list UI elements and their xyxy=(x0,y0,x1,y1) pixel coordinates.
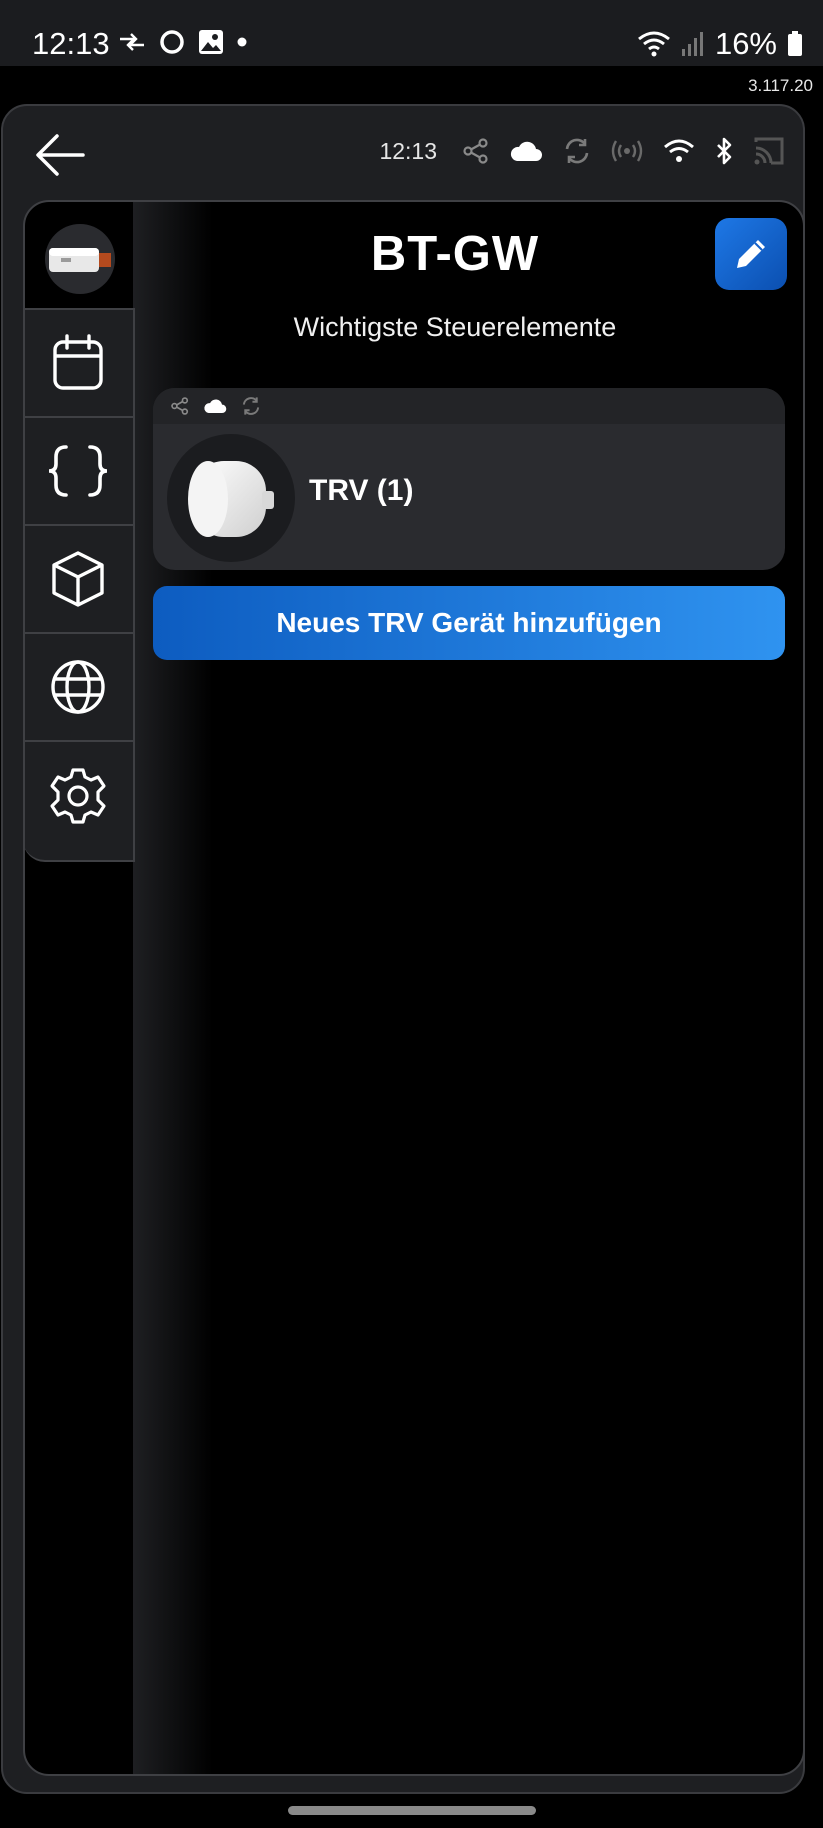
device-card-body: TRV (1) xyxy=(153,424,785,570)
screen: 12:13 16% 3.117.20 12:13 BT-GW Wichtigst… xyxy=(0,0,823,1828)
header-status: 12:13 xyxy=(379,136,785,166)
sidebar-item-devices[interactable] xyxy=(25,526,133,634)
app-window: 12:13 BT-GW Wichtigste Steuerelemente TR… xyxy=(1,104,805,1794)
gear-icon xyxy=(50,768,106,824)
sidebar-item-code[interactable] xyxy=(25,418,133,526)
usb-gateway-icon xyxy=(49,248,111,272)
sidebar-item-calendar[interactable] xyxy=(25,310,133,418)
share-icon xyxy=(171,397,189,415)
sidebar-header xyxy=(25,202,135,308)
trv-image xyxy=(167,434,295,562)
status-bar: 12:13 16% xyxy=(0,0,823,66)
edit-button[interactable] xyxy=(715,218,787,290)
notification-icons xyxy=(118,28,248,56)
app-version: 3.117.20 xyxy=(748,76,813,95)
home-indicator[interactable] xyxy=(288,1806,536,1815)
wifi-icon xyxy=(638,31,670,57)
sidebar xyxy=(25,308,135,862)
system-indicators: 16% xyxy=(637,26,803,62)
pencil-icon xyxy=(737,240,765,268)
add-trv-device-button[interactable]: Neues TRV Gerät hinzufügen xyxy=(153,586,785,660)
header-time: 12:13 xyxy=(379,137,437,164)
thermostat-valve-icon xyxy=(188,461,274,537)
main-content: BT-GW Wichtigste Steuerelemente TRV (1) … xyxy=(23,200,805,1776)
data-transfer-icon xyxy=(120,33,144,51)
code-braces-icon xyxy=(48,445,108,497)
share-icon xyxy=(463,138,488,164)
back-arrow-icon[interactable] xyxy=(33,132,87,178)
sidebar-item-settings[interactable] xyxy=(25,742,133,850)
page-title: BT-GW xyxy=(370,227,540,281)
sync-icon xyxy=(242,397,260,415)
wifi-connected-icon xyxy=(664,139,694,162)
globe-icon xyxy=(51,660,105,714)
battery-percent: 16% xyxy=(714,26,777,61)
cloud-icon xyxy=(510,141,542,161)
page-subtitle: Wichtigste Steuerelemente xyxy=(293,312,617,342)
device-card-status xyxy=(153,388,785,424)
gallery-icon xyxy=(199,30,223,54)
bluetooth-icon xyxy=(717,137,732,165)
cloud-icon xyxy=(204,399,227,414)
cube-icon xyxy=(52,551,104,607)
gateway-device-avatar[interactable] xyxy=(45,224,115,294)
signal-icon xyxy=(681,32,703,56)
ring-icon xyxy=(160,30,184,54)
broadcast-icon xyxy=(611,140,643,162)
device-card-trv[interactable]: TRV (1) xyxy=(153,388,785,570)
cast-icon xyxy=(754,137,784,165)
dot-icon xyxy=(237,37,247,47)
status-time: 12:13 xyxy=(32,26,110,61)
device-card-label: TRV (1) xyxy=(309,474,414,507)
calendar-icon xyxy=(53,334,103,390)
sync-icon xyxy=(565,138,589,164)
battery-icon xyxy=(788,31,802,56)
sidebar-item-network[interactable] xyxy=(25,634,133,742)
